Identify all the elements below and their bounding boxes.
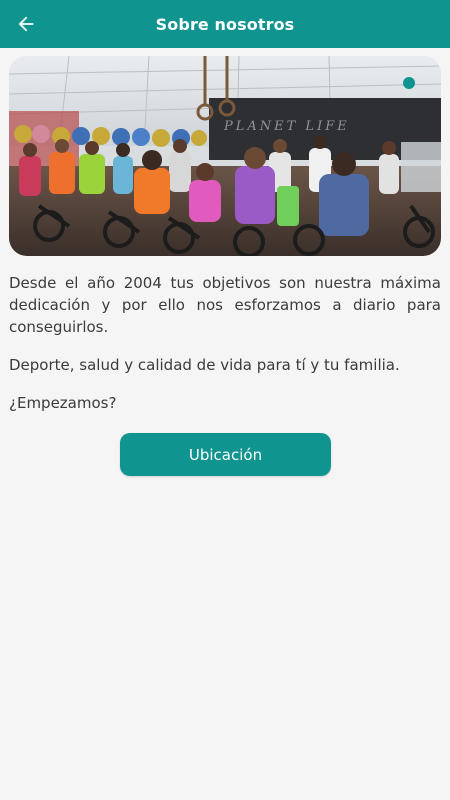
- app-bar: Sobre nosotros: [0, 0, 450, 48]
- intro-paragraph: Desde el año 2004 tus objetivos son nues…: [9, 274, 441, 336]
- back-button[interactable]: [10, 8, 42, 40]
- location-button[interactable]: Ubicación: [120, 433, 331, 476]
- wall-sign: PLANET LIFE: [223, 119, 350, 134]
- question-paragraph: ¿Empezamos?: [9, 394, 117, 412]
- hero-image: PLANET LIFE: [9, 56, 441, 256]
- about-text: Desde el año 2004 tus objetivos son nues…: [9, 272, 441, 430]
- tagline-paragraph: Deporte, salud y calidad de vida para tí…: [9, 356, 400, 374]
- carousel-indicator: [403, 77, 415, 89]
- page-title: Sobre nosotros: [155, 14, 295, 34]
- arrow-left-icon[interactable]: [15, 13, 37, 35]
